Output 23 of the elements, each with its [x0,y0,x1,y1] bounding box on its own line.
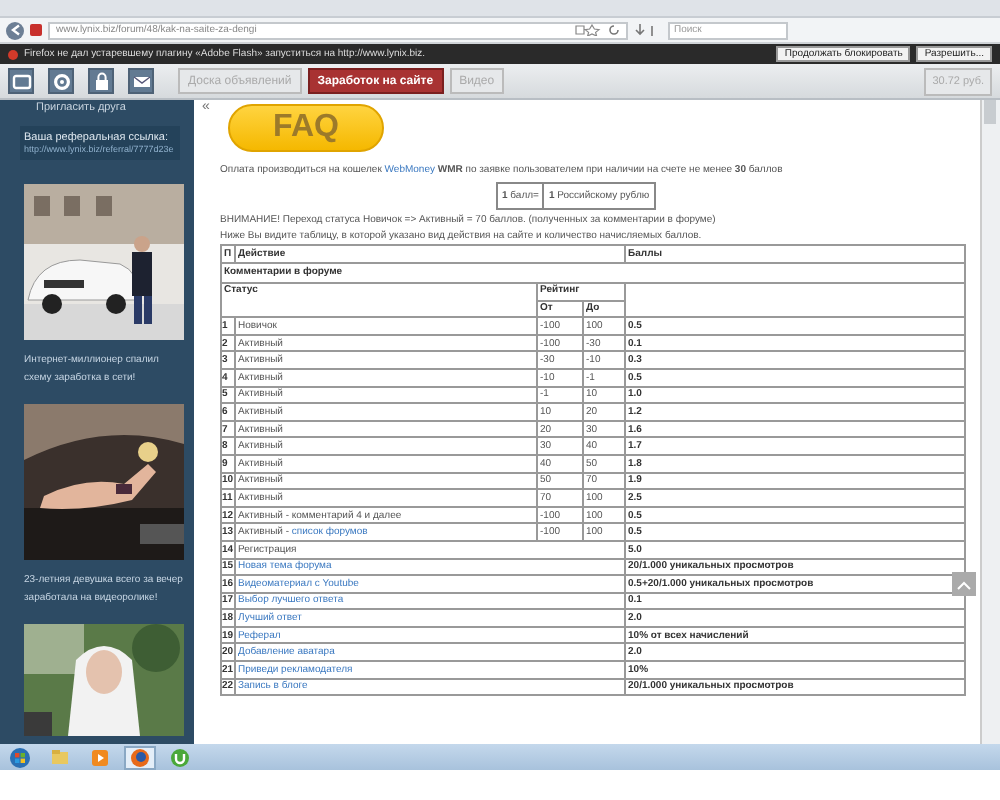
toolbar-button[interactable] [8,68,34,94]
envelope-icon [131,71,151,91]
scrollbar[interactable] [980,100,1000,744]
toolbar-button[interactable] [48,68,74,94]
toolbar-button[interactable] [88,68,114,94]
play-icon [90,747,110,767]
windows-logo-icon [10,747,30,767]
reload-icon [608,24,620,36]
torrent-icon [170,747,190,767]
scrollbar-thumb[interactable] [984,100,996,124]
back-button[interactable] [6,21,24,39]
toolbar-button[interactable] [128,68,154,94]
warning-icon [8,49,18,59]
scroll-top-button[interactable] [952,572,976,596]
blocked-plugin-icon [30,24,42,36]
screen-icon [11,71,31,91]
taskbar-button[interactable] [124,745,156,769]
bookmark-icon [574,24,602,36]
folder-icon [50,747,70,767]
faq-button[interactable]: FAQ [228,104,384,152]
start-button[interactable] [4,745,36,769]
lock-icon [91,71,111,91]
chevron-up-icon [956,579,972,589]
